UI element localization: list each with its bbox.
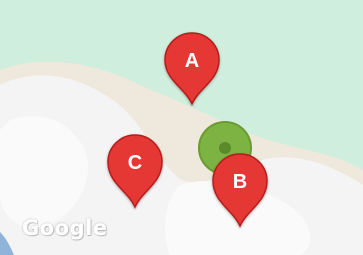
marker-c[interactable]: C (107, 134, 163, 209)
marker-a[interactable]: A (164, 32, 220, 106)
marker-c-label: C (128, 152, 142, 174)
marker-a-label: A (185, 50, 199, 72)
google-logo[interactable]: Google (22, 216, 108, 240)
marker-b-label: B (233, 171, 247, 193)
map-view[interactable]: A C B Google (0, 0, 363, 255)
marker-b[interactable]: B (212, 153, 268, 228)
